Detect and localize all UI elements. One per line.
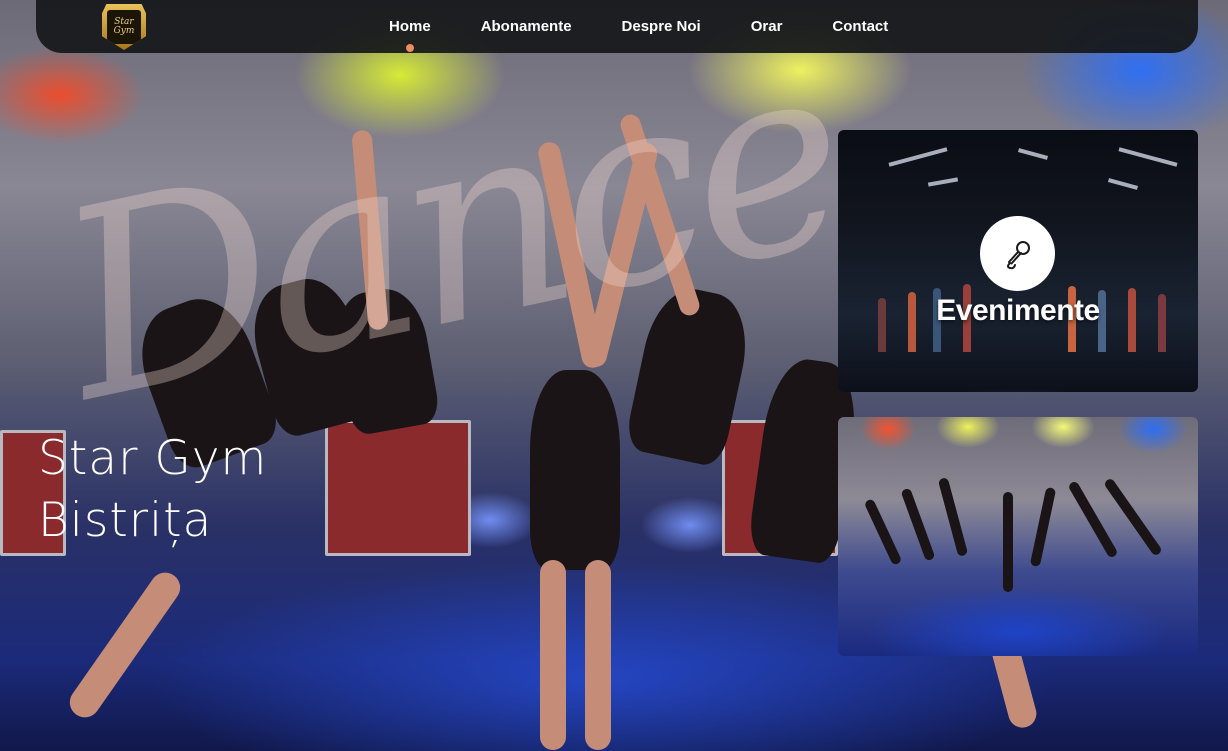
nav-item-label: Orar xyxy=(750,18,783,35)
mini-dancer xyxy=(937,477,969,557)
mini-dancer xyxy=(1003,492,1013,592)
ceiling-light xyxy=(1017,148,1049,160)
ceiling-light xyxy=(927,177,959,187)
dance-photo-card[interactable] xyxy=(838,417,1198,656)
dance-watermark: Dance xyxy=(37,2,864,460)
events-card[interactable]: Evenimente xyxy=(838,130,1198,392)
top-nav-bar: Star Gym Home Abonamente Despre Noi Orar… xyxy=(36,0,1198,53)
hero-title: Star Gym Bistrița xyxy=(38,428,267,552)
nav-item-label: Contact xyxy=(832,18,889,35)
mini-dancer xyxy=(900,487,936,562)
ceiling-light xyxy=(888,147,948,167)
active-indicator-dot xyxy=(405,44,414,52)
nav-item-label: Home xyxy=(389,18,431,35)
ceiling-light xyxy=(1118,147,1178,167)
star-gym-logo[interactable]: Star Gym xyxy=(102,4,146,50)
nav-item-home[interactable]: Home xyxy=(389,18,431,52)
events-icon-badge xyxy=(980,216,1055,291)
nav-item-contact[interactable]: Contact xyxy=(832,18,888,35)
leg xyxy=(63,566,187,724)
nav-item-abonamente[interactable]: Abonamente xyxy=(481,18,572,35)
stage-case-left xyxy=(325,420,471,556)
nav-item-label: Despre Noi xyxy=(621,18,701,35)
logo-emblem: Star Gym xyxy=(107,10,141,44)
nav-item-despre-noi[interactable]: Despre Noi xyxy=(622,18,701,35)
ceiling-light xyxy=(1107,178,1139,190)
mini-dancer xyxy=(863,498,903,566)
dancer-center xyxy=(530,370,620,570)
hero-title-line1: Star Gym xyxy=(38,431,268,486)
nav-item-orar[interactable]: Orar xyxy=(751,18,783,35)
logo-text-gym: Gym xyxy=(113,26,135,36)
events-card-label: Evenimente xyxy=(936,294,1100,327)
mini-dancer xyxy=(1029,486,1057,568)
microphone-icon xyxy=(1006,240,1030,269)
nav-item-label: Abonamente xyxy=(480,18,572,35)
leg xyxy=(585,560,611,750)
leg xyxy=(540,560,566,750)
hero-title-line2: Bistrița xyxy=(38,493,213,548)
nav-links: Home Abonamente Despre Noi Orar Contact xyxy=(389,0,938,53)
